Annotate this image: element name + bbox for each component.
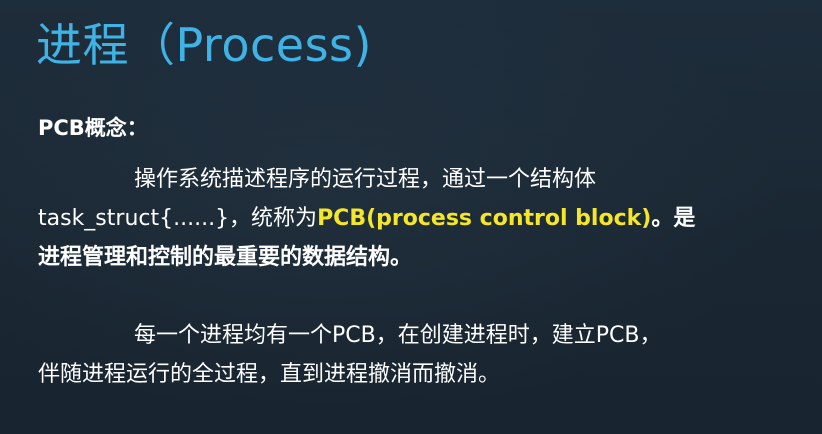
highlighted-term: PCB(process control block): [317, 206, 652, 231]
paragraph-line: 操作系统描述程序的运行过程，通过一个结构体: [134, 167, 597, 192]
pcb-definition-paragraph: 操作系统描述程序的运行过程，通过一个结构体 task_struct{......…: [38, 160, 808, 277]
slide-title: 进程（Process): [36, 18, 372, 72]
pcb-lifecycle-paragraph: 每一个进程均有一个PCB，在创建进程时，建立PCB， 伴随进程运行的全过程，直到…: [38, 316, 808, 394]
paragraph-line: 伴随进程运行的全过程，直到进程撤消而撤消。: [38, 362, 501, 387]
slide: 进程（Process) PCB概念： 操作系统描述程序的运行过程，通过一个结构体…: [0, 0, 822, 434]
paragraph-line: 每一个进程均有一个PCB，在创建进程时，建立PCB，: [134, 323, 662, 348]
text-run: task_struct{......}，统称为: [38, 206, 318, 231]
text-run: 。是: [651, 206, 696, 231]
paragraph-line: 进程管理和控制的最重要的数据结构。: [38, 245, 413, 270]
section-heading: PCB概念：: [38, 116, 148, 140]
paragraph-line: task_struct{......}，统称为PCB(process contr…: [38, 199, 808, 238]
